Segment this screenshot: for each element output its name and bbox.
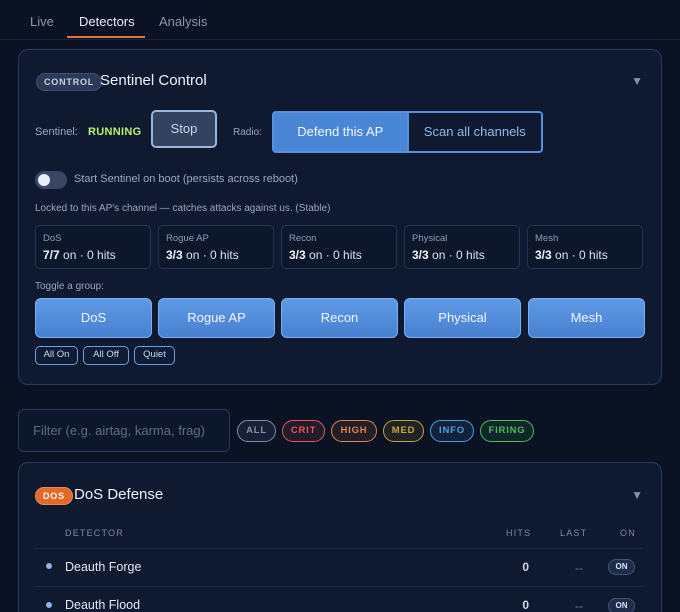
tab-live[interactable]: Live — [30, 14, 54, 29]
boot-toggle-label: Start Sentinel on boot (persists across … — [74, 173, 298, 185]
info-text: Locked to this AP's channel — catches at… — [35, 203, 331, 214]
chip-firing[interactable]: FIRING — [480, 420, 534, 442]
stat-value: 3/3 on · 0 hits — [289, 248, 362, 262]
radio-mode-group: Defend this AP Scan all channels — [272, 111, 543, 153]
toggle-knob — [38, 174, 50, 186]
chip-crit[interactable]: CRIT — [282, 420, 325, 442]
column-header-last: LAST — [560, 528, 588, 538]
all-on-button[interactable]: All On — [35, 346, 78, 365]
group-dos-button[interactable]: DoS — [35, 298, 152, 338]
column-header-on: ON — [620, 528, 636, 538]
stat-value: 7/7 on · 0 hits — [43, 248, 116, 262]
boot-toggle[interactable] — [35, 171, 67, 189]
stat-value: 3/3 on · 0 hits — [166, 248, 239, 262]
group-mesh-button[interactable]: Mesh — [528, 298, 645, 338]
stat-name: Recon — [289, 233, 317, 244]
status-dot-icon — [46, 602, 52, 608]
stat-tile-rogue-ap: Rogue AP 3/3 on · 0 hits — [158, 225, 274, 269]
chip-all[interactable]: ALL — [237, 420, 276, 442]
column-header-hits: HITS — [506, 528, 532, 538]
active-tab-indicator — [67, 36, 145, 38]
stat-name: DoS — [43, 233, 62, 244]
scan-channels-option[interactable]: Scan all channels — [406, 113, 541, 151]
collapse-caret-icon[interactable]: ▼ — [631, 488, 643, 502]
stop-button[interactable]: Stop — [151, 110, 217, 148]
stat-tile-physical: Physical 3/3 on · 0 hits — [404, 225, 520, 269]
chip-info[interactable]: INFO — [430, 420, 474, 442]
defend-ap-option[interactable]: Defend this AP — [274, 113, 407, 151]
detector-hits: 0 — [522, 598, 529, 612]
sentinel-label: Sentinel: — [35, 126, 78, 138]
card-title: DoS Defense — [74, 486, 164, 503]
detector-on-toggle[interactable]: ON — [608, 559, 635, 575]
sentinel-control-card: CONTROL Sentinel Control ▼ Sentinel: RUN… — [18, 49, 662, 385]
all-off-button[interactable]: All Off — [83, 346, 129, 365]
tab-bar: Live Detectors Analysis — [0, 0, 680, 40]
row-divider — [35, 548, 643, 549]
stat-tile-mesh: Mesh 3/3 on · 0 hits — [527, 225, 643, 269]
row-divider — [35, 586, 643, 587]
detector-name: Deauth Flood — [65, 598, 141, 612]
detector-last: -- — [575, 599, 583, 612]
chip-high[interactable]: HIGH — [331, 420, 377, 442]
radio-label: Radio: — [233, 127, 262, 138]
tab-analysis[interactable]: Analysis — [159, 14, 207, 29]
stat-value: 3/3 on · 0 hits — [535, 248, 608, 262]
stat-tile-recon: Recon 3/3 on · 0 hits — [281, 225, 397, 269]
dos-badge: DOS — [35, 487, 73, 505]
sentinel-status: RUNNING — [88, 126, 142, 138]
detector-name: Deauth Forge — [65, 560, 142, 574]
group-rogue-ap-button[interactable]: Rogue AP — [158, 298, 275, 338]
filter-input[interactable] — [18, 409, 230, 452]
collapse-caret-icon[interactable]: ▼ — [631, 74, 643, 88]
tab-detectors[interactable]: Detectors — [79, 14, 135, 29]
stat-value: 3/3 on · 0 hits — [412, 248, 485, 262]
toggle-group-label: Toggle a group: — [35, 281, 104, 292]
detector-last: -- — [575, 561, 583, 575]
quiet-button[interactable]: Quiet — [134, 346, 175, 365]
stat-name: Rogue AP — [166, 233, 209, 244]
status-dot-icon — [46, 563, 52, 569]
control-badge: CONTROL — [36, 73, 103, 91]
group-recon-button[interactable]: Recon — [281, 298, 398, 338]
stat-name: Physical — [412, 233, 448, 244]
stat-tile-dos: DoS 7/7 on · 0 hits — [35, 225, 151, 269]
card-title: Sentinel Control — [100, 72, 207, 89]
dos-defense-card: DOS DoS Defense ▼ DETECTOR HITS LAST ON … — [18, 462, 662, 612]
group-physical-button[interactable]: Physical — [404, 298, 521, 338]
detector-hits: 0 — [522, 560, 529, 574]
stat-name: Mesh — [535, 233, 559, 244]
chip-med[interactable]: MED — [383, 420, 424, 442]
column-header-detector: DETECTOR — [65, 528, 124, 538]
detector-on-toggle[interactable]: ON — [608, 598, 635, 612]
